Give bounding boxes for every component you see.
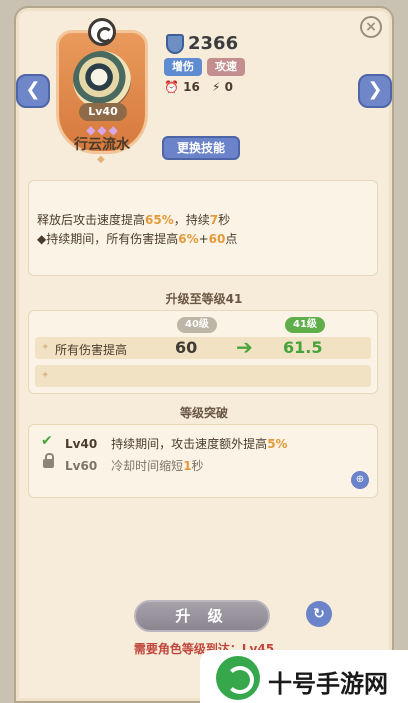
- breakthrough-item: Lv60 冷却时间缩短1秒: [65, 459, 204, 473]
- skill-name: 行云流水: [74, 137, 130, 153]
- close-icon[interactable]: ×: [360, 16, 382, 38]
- diamond-icon: ◆: [97, 154, 105, 165]
- desc-line-1: 释放后攻击速度提高65%，持续7秒: [37, 213, 231, 227]
- alarm-icon: ⏰: [164, 80, 179, 94]
- zoom-icon[interactable]: ⊕: [351, 471, 369, 489]
- breakthrough-title: 等级突破: [179, 406, 228, 420]
- empty-attribute-row: ✦: [35, 365, 371, 387]
- upgrade-button[interactable]: 升 级: [134, 600, 270, 632]
- current-level-pill: 40级: [177, 317, 217, 333]
- bullet-icon: ✦: [41, 342, 50, 353]
- check-icon: ✔: [41, 433, 53, 449]
- breakthrough-item: Lv40 持续期间，攻击速度额外提高5%: [65, 437, 288, 451]
- skill-type-icon: [88, 18, 116, 46]
- breakthrough-list: ✔ Lv40 持续期间，攻击速度额外提高5% Lv60 冷却时间缩短1秒 ⊕: [28, 424, 378, 498]
- next-value: 61.5: [283, 338, 323, 357]
- upgrade-comparison: 40级 41级 ✦ ✦ 所有伤害提高 60 ➔ 61.5: [28, 310, 378, 394]
- stat-b-value: 0: [224, 80, 233, 94]
- current-value: 60: [175, 338, 198, 357]
- shield-icon: [166, 34, 184, 54]
- refresh-button[interactable]: ↻: [306, 601, 332, 627]
- stat-a-value: 16: [183, 80, 200, 94]
- lock-icon: [43, 453, 54, 468]
- stat-a: ⏰ 16: [164, 80, 200, 94]
- next-skill-button[interactable]: ❯: [358, 74, 392, 108]
- tag-attack-speed: 攻速: [207, 58, 245, 76]
- skill-level-badge: Lv40: [79, 103, 127, 121]
- next-level-pill: 41级: [285, 317, 325, 333]
- site-logo-text: 十号手游网: [268, 670, 388, 698]
- stat-b: ⚡ 0: [212, 80, 233, 94]
- upgrade-title: 升级至等级41: [165, 292, 243, 306]
- skill-description: 释放后攻击速度提高65%，持续7秒 ◆持续期间，所有伤害提高6%+60点: [28, 180, 378, 276]
- attribute-name: 所有伤害提高: [55, 343, 128, 357]
- change-skill-button[interactable]: 更换技能: [162, 136, 240, 160]
- desc-line-2: ◆持续期间，所有伤害提高6%+60点: [37, 232, 238, 246]
- site-logo-icon: [216, 656, 260, 700]
- tag-damage: 增伤: [164, 58, 202, 76]
- power-value: 2366: [188, 33, 239, 54]
- bullet-icon: ✦: [41, 370, 50, 381]
- lightning-icon: ⚡: [212, 80, 221, 94]
- arrow-right-icon: ➔: [236, 335, 253, 359]
- prev-skill-button[interactable]: ❮: [16, 74, 50, 108]
- swirl-icon: [73, 51, 131, 109]
